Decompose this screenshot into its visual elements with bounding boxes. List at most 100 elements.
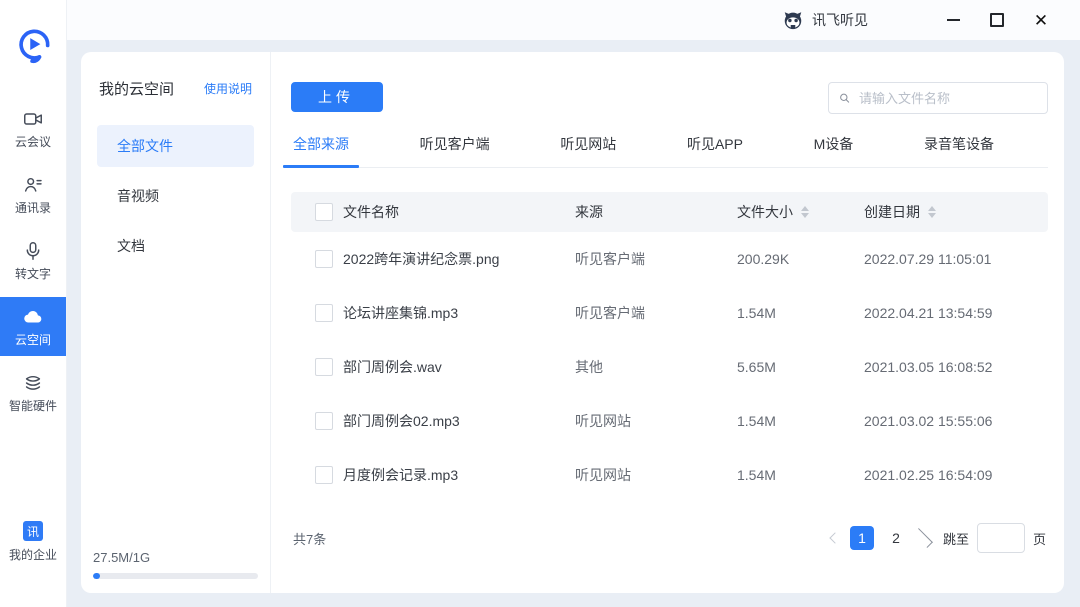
file-name[interactable]: 月度例会记录.mp3 — [343, 465, 563, 485]
file-source: 听见客户端 — [575, 249, 725, 269]
prev-page-button[interactable] — [825, 526, 845, 550]
table-row[interactable]: 月度例会记录.mp3 听见网站 1.54M 2021.02.25 16:54:0… — [291, 448, 1048, 502]
page-number-2[interactable]: 2 — [884, 526, 908, 550]
rail-item-label: 我的企业 — [9, 546, 57, 563]
row-checkbox[interactable] — [315, 250, 333, 268]
rail-item-contacts[interactable]: 通讯录 — [0, 165, 66, 224]
row-checkbox[interactable] — [315, 304, 333, 322]
chevron-left-icon — [829, 532, 840, 543]
table-row[interactable]: 部门周例会02.mp3 听见网站 1.54M 2021.03.02 15:55:… — [291, 394, 1048, 448]
column-header-date-label: 创建日期 — [864, 202, 920, 222]
microphone-icon — [22, 240, 44, 262]
search-box[interactable] — [828, 82, 1048, 114]
file-source: 听见网站 — [575, 411, 725, 431]
file-size: 1.54M — [737, 467, 852, 483]
sidebar-title: 我的云空间 — [99, 78, 174, 99]
table-row[interactable]: 2022跨年演讲纪念票.png 听见客户端 200.29K 2022.07.29… — [291, 232, 1048, 286]
file-name[interactable]: 部门周例会02.mp3 — [343, 411, 563, 431]
file-size: 1.54M — [737, 413, 852, 429]
file-date: 2021.03.02 15:55:06 — [864, 413, 1024, 429]
maximize-button[interactable] — [982, 7, 1012, 33]
tab-m-device[interactable]: M设备 — [812, 134, 856, 167]
minimize-icon — [947, 19, 960, 21]
file-name[interactable]: 论坛讲座集锦.mp3 — [343, 303, 563, 323]
storage-usage-text: 27.5M/1G — [93, 550, 258, 565]
app-title-group: 讯飞听见 — [782, 9, 868, 31]
file-date: 2021.03.05 16:08:52 — [864, 359, 1024, 375]
file-name[interactable]: 2022跨年演讲纪念票.png — [343, 249, 563, 269]
rail-item-cloud-space[interactable]: 云空间 — [0, 297, 66, 356]
app-title: 讯飞听见 — [812, 10, 868, 30]
next-page-button[interactable] — [913, 526, 933, 550]
page-number-1[interactable]: 1 — [850, 526, 874, 550]
sidebar-item-documents[interactable]: 文档 — [97, 225, 254, 267]
rail-item-label: 转文字 — [15, 265, 51, 282]
rail-nav: 云会议 通讯录 — [0, 99, 66, 429]
ear-logo-icon — [11, 22, 55, 68]
app-window: 云会议 通讯录 — [0, 0, 1080, 607]
page-unit-label: 页 — [1033, 529, 1046, 548]
rail-item-my-enterprise[interactable]: 讯 我的企业 — [9, 521, 57, 563]
file-source: 其他 — [575, 357, 725, 377]
tab-client[interactable]: 听见客户端 — [418, 134, 492, 167]
row-checkbox[interactable] — [315, 358, 333, 376]
rail-item-smart-hardware[interactable]: 智能硬件 — [0, 363, 66, 422]
page-jump-input[interactable] — [977, 523, 1025, 553]
pagination: 1 2 跳至 页 — [825, 523, 1046, 553]
source-tabs: 全部来源 听见客户端 听见网站 听见APP M设备 录音笔设备 — [291, 134, 1048, 168]
column-header-date[interactable]: 创建日期 — [864, 202, 1024, 222]
file-name[interactable]: 部门周例会.wav — [343, 357, 563, 377]
column-header-size[interactable]: 文件大小 — [737, 202, 852, 222]
sort-icon[interactable] — [928, 206, 936, 218]
minimize-button[interactable] — [938, 7, 968, 33]
column-header-source: 来源 — [575, 202, 725, 222]
tab-website[interactable]: 听见网站 — [558, 134, 618, 167]
sidebar-item-all-files[interactable]: 全部文件 — [97, 125, 254, 167]
search-input[interactable] — [857, 90, 1037, 107]
close-button[interactable]: ✕ — [1026, 7, 1056, 33]
row-checkbox[interactable] — [315, 466, 333, 484]
total-count: 共7条 — [293, 529, 326, 548]
window-titlebar: 讯飞听见 ✕ — [67, 0, 1080, 40]
app-logo — [11, 22, 55, 73]
left-rail: 云会议 通讯录 — [0, 0, 67, 607]
rail-item-transcribe[interactable]: 转文字 — [0, 231, 66, 290]
cloud-space-sidebar: 我的云空间 使用说明 全部文件 音视频 文档 27.5M/1G — [81, 52, 271, 593]
tab-all-sources[interactable]: 全部来源 — [291, 134, 351, 167]
workspace: 我的云空间 使用说明 全部文件 音视频 文档 27.5M/1G — [67, 40, 1080, 607]
file-source: 听见客户端 — [575, 303, 725, 323]
maximize-icon — [990, 13, 1004, 27]
sort-icon[interactable] — [801, 206, 809, 218]
table-row[interactable]: 部门周例会.wav 其他 5.65M 2021.03.05 16:08:52 — [291, 340, 1048, 394]
file-date: 2022.04.21 13:54:59 — [864, 305, 1024, 321]
mascot-icon — [782, 9, 804, 31]
jump-to-label: 跳至 — [943, 529, 969, 548]
storage-progress-bar — [93, 573, 258, 579]
file-date: 2022.07.29 11:05:01 — [864, 251, 1024, 267]
sidebar-item-audio-video[interactable]: 音视频 — [97, 175, 254, 217]
select-all-checkbox[interactable] — [315, 203, 333, 221]
toolbar: 上传 — [291, 82, 1048, 114]
right-region: 讯飞听见 ✕ 我的云空间 使用说明 — [67, 0, 1080, 607]
tab-app[interactable]: 听见APP — [685, 134, 745, 167]
content-card: 我的云空间 使用说明 全部文件 音视频 文档 27.5M/1G — [81, 52, 1064, 593]
table-row[interactable]: 论坛讲座集锦.mp3 听见客户端 1.54M 2022.04.21 13:54:… — [291, 286, 1048, 340]
upload-button[interactable]: 上传 — [291, 82, 383, 112]
file-date: 2021.02.25 16:54:09 — [864, 467, 1024, 483]
storage-indicator: 27.5M/1G — [93, 550, 258, 579]
row-checkbox[interactable] — [315, 412, 333, 430]
file-list-panel: 上传 全部来源 听见客户端 听见网站 听见APP — [271, 52, 1064, 593]
tab-recorder-pen[interactable]: 录音笔设备 — [922, 134, 996, 167]
rail-item-cloud-meeting[interactable]: 云会议 — [0, 99, 66, 158]
usage-help-link[interactable]: 使用说明 — [204, 80, 252, 97]
sidebar-items: 全部文件 音视频 文档 — [97, 125, 254, 275]
column-header-size-label: 文件大小 — [737, 202, 793, 222]
close-icon: ✕ — [1034, 12, 1048, 29]
cloud-icon — [22, 306, 44, 328]
video-camera-icon — [22, 108, 44, 130]
rail-item-label: 智能硬件 — [9, 397, 57, 414]
rail-item-label: 通讯录 — [15, 199, 51, 216]
file-size: 5.65M — [737, 359, 852, 375]
list-footer: 共7条 1 2 跳至 页 — [291, 513, 1048, 579]
layers-icon — [22, 372, 44, 394]
